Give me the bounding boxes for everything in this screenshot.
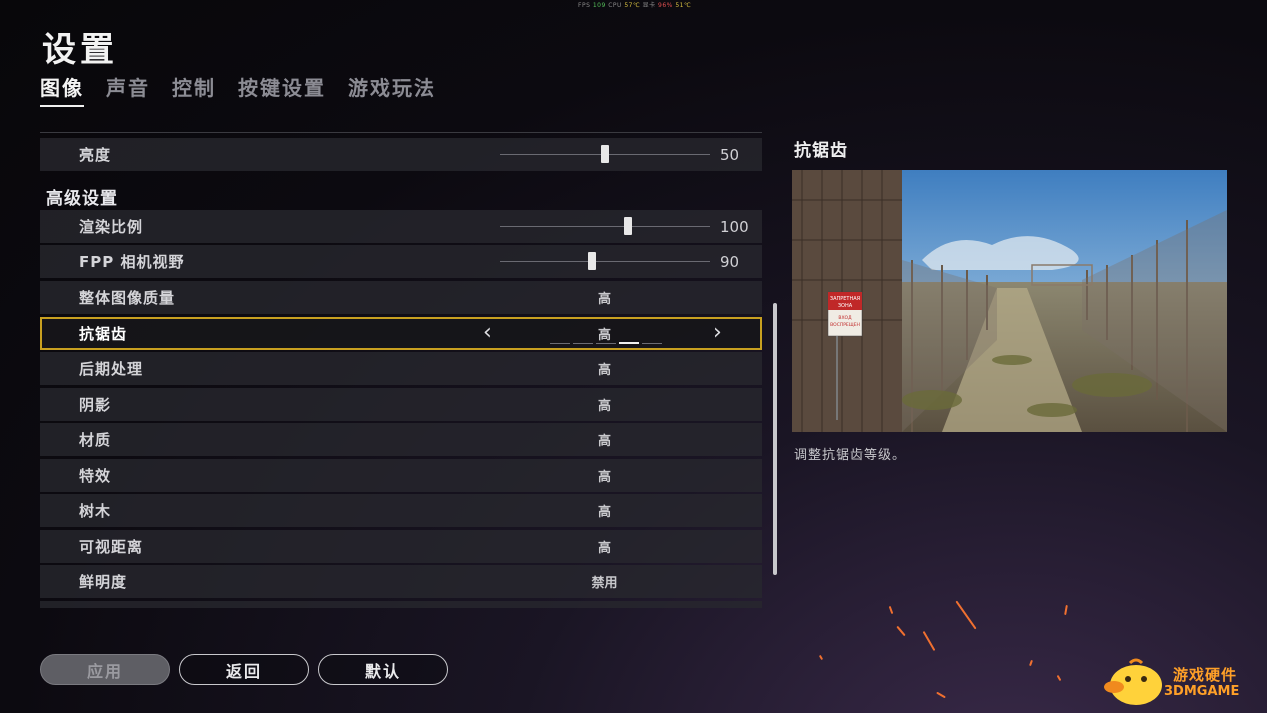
preview-scene: ЗАПРЕТНАЯ ЗОНА ВХОД ВОСПРЕЩЕН (792, 170, 1227, 432)
setting-row-brightness[interactable]: 亮度 50 (40, 138, 762, 171)
description-text: 调整抗锯齿等级。 (794, 448, 907, 463)
spark (936, 691, 946, 699)
slider-handle[interactable] (588, 252, 597, 270)
spark (1064, 604, 1068, 616)
setting-row-shadows[interactable]: 阴影 高 (40, 388, 762, 421)
section-heading: 高级设置 (46, 189, 118, 209)
setting-row-partial (40, 601, 762, 608)
sign-text-line2: ЗОНА (838, 303, 853, 309)
spark (896, 625, 906, 637)
spark (1029, 659, 1033, 667)
apply-button[interactable]: 应用 (40, 654, 170, 685)
setting-row-effects[interactable]: 特效 高 (40, 459, 762, 492)
duck-icon (1104, 658, 1162, 705)
level-step-active (619, 342, 639, 344)
setting-label: 树木 (79, 502, 112, 520)
setting-row-antialiasing[interactable]: 抗锯齿 ‹ 高 › (40, 317, 762, 350)
slider-handle[interactable] (601, 145, 609, 163)
spark (922, 630, 936, 652)
setting-value: 高 (597, 541, 611, 556)
level-indicator (550, 342, 662, 344)
sign-text-line1: ЗАПРЕТНАЯ (830, 296, 860, 302)
slider-value: 50 (720, 145, 740, 164)
sign-text-line3: ВХОД (838, 315, 852, 321)
tab-graphics[interactable]: 图像 (40, 72, 84, 107)
setting-value: 高 (597, 505, 611, 520)
slider-value: 90 (720, 252, 740, 271)
tab-bar: 图像 声音 控制 按键设置 游戏玩法 (40, 72, 436, 107)
setting-label: 鲜明度 (79, 573, 128, 591)
spark (1056, 674, 1062, 682)
chevron-left-icon[interactable]: ‹ (483, 322, 492, 344)
level-step (550, 343, 570, 344)
setting-row-post-processing[interactable]: 后期处理 高 (40, 352, 762, 385)
tab-audio[interactable]: 声音 (106, 72, 150, 107)
spark (888, 605, 894, 615)
preview-image: ЗАПРЕТНАЯ ЗОНА ВХОД ВОСПРЕЩЕН (792, 170, 1227, 432)
setting-row-textures[interactable]: 材质 高 (40, 423, 762, 456)
slider-handle[interactable] (624, 217, 633, 235)
spark (818, 654, 824, 661)
setting-row-sharpen[interactable]: 鲜明度 禁用 (40, 565, 762, 598)
tab-control[interactable]: 控制 (172, 72, 216, 107)
setting-value: 高 (597, 292, 611, 307)
setting-label: 特效 (79, 467, 112, 485)
setting-row-render-scale[interactable]: 渲染比例 100 (40, 210, 762, 243)
spark (955, 600, 977, 630)
setting-value: 高 (597, 470, 611, 485)
divider (40, 132, 762, 133)
page-title: 设置 (42, 30, 118, 70)
scrollbar[interactable] (773, 303, 777, 575)
setting-row-view-distance[interactable]: 可视距离 高 (40, 530, 762, 563)
tab-keybindings[interactable]: 按键设置 (238, 72, 326, 107)
setting-row-fpp-fov[interactable]: FPP 相机视野 90 (40, 245, 762, 278)
setting-label: 渲染比例 (79, 218, 144, 236)
setting-row-foliage[interactable]: 树木 高 (40, 494, 762, 527)
level-step (573, 343, 593, 344)
watermark-brand: 3DMGAME (1164, 684, 1240, 699)
fps-overlay: FPS 109 CPU 57℃ 显卡 96% 51℃ (578, 2, 692, 9)
level-step (596, 343, 616, 344)
setting-label: 抗锯齿 (79, 325, 128, 343)
setting-label: 亮度 (79, 146, 112, 164)
setting-label: FPP 相机视野 (79, 253, 185, 271)
brightness-slider[interactable] (500, 145, 710, 163)
slider-value: 100 (720, 217, 749, 236)
setting-value: 高 (597, 399, 611, 414)
setting-label: 整体图像质量 (79, 289, 176, 307)
watermark-text: 游戏硬件 (1173, 666, 1238, 684)
setting-value: 高 (597, 328, 611, 343)
description-title: 抗锯齿 (794, 141, 848, 161)
setting-value: 高 (597, 363, 611, 378)
fpp-fov-slider[interactable] (500, 252, 710, 270)
setting-value: 禁用 (591, 576, 618, 591)
settings-list: 亮度 50 高级设置 渲染比例 100 FPP 相机视野 90 整体图像质量 高… (40, 132, 762, 608)
setting-value: 高 (597, 434, 611, 449)
chevron-right-icon[interactable]: › (713, 322, 722, 344)
back-button[interactable]: 返回 (179, 654, 309, 685)
render-scale-slider[interactable] (500, 217, 710, 235)
setting-label: 后期处理 (79, 360, 144, 378)
setting-label: 材质 (79, 431, 112, 449)
default-button[interactable]: 默认 (318, 654, 448, 685)
setting-label: 阴影 (79, 396, 112, 414)
setting-row-overall-quality[interactable]: 整体图像质量 高 (40, 281, 762, 314)
setting-label: 可视距离 (79, 538, 144, 556)
level-step (642, 343, 662, 344)
sign-text-line4: ВОСПРЕЩЕН (830, 322, 860, 328)
tab-gameplay[interactable]: 游戏玩法 (348, 72, 436, 107)
